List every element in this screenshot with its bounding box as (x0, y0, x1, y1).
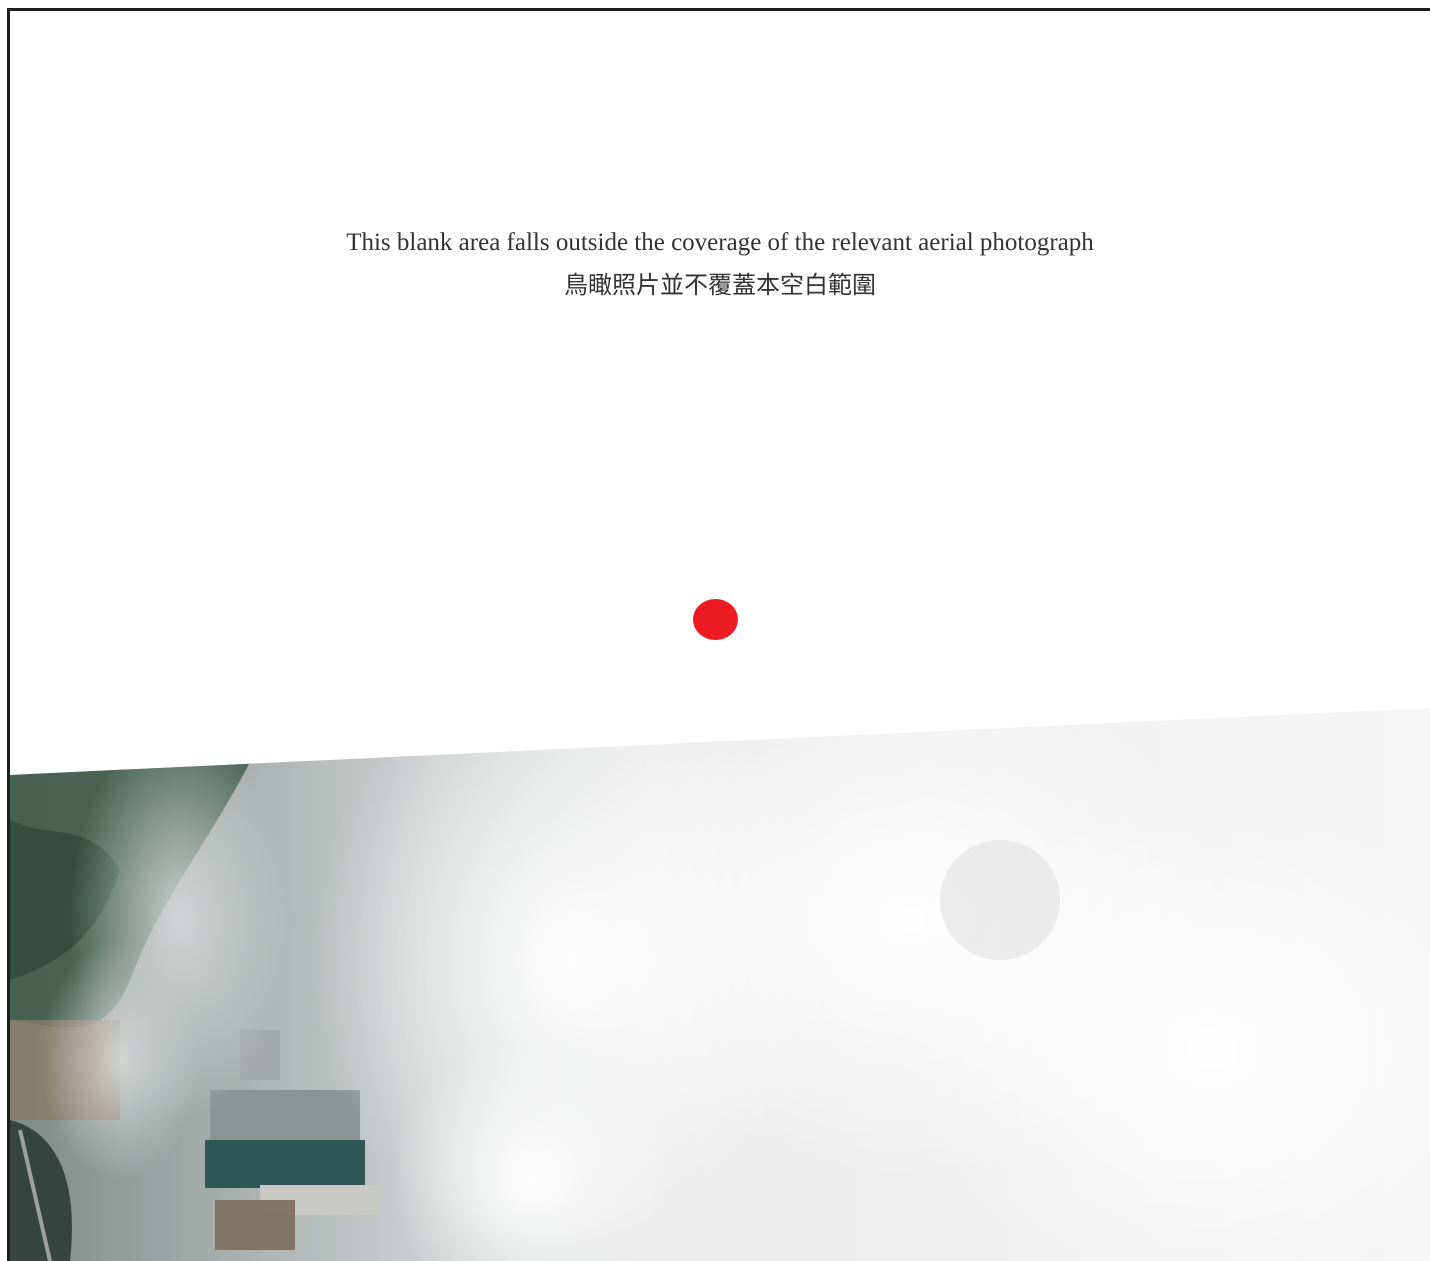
coverage-notice-chinese: 鳥瞰照片並不覆蓋本空白範圍 (564, 271, 876, 299)
coverage-notice-english: This blank area falls outside the covera… (346, 229, 1094, 256)
coverage-notice: This blank area falls outside the covera… (10, 222, 1430, 306)
photo-viewer[interactable]: This blank area falls outside the covera… (0, 0, 1430, 1261)
location-dot-icon[interactable] (693, 599, 738, 640)
viewer-frame-top (0, 0, 1430, 11)
aerial-photograph[interactable] (10, 700, 1430, 1261)
